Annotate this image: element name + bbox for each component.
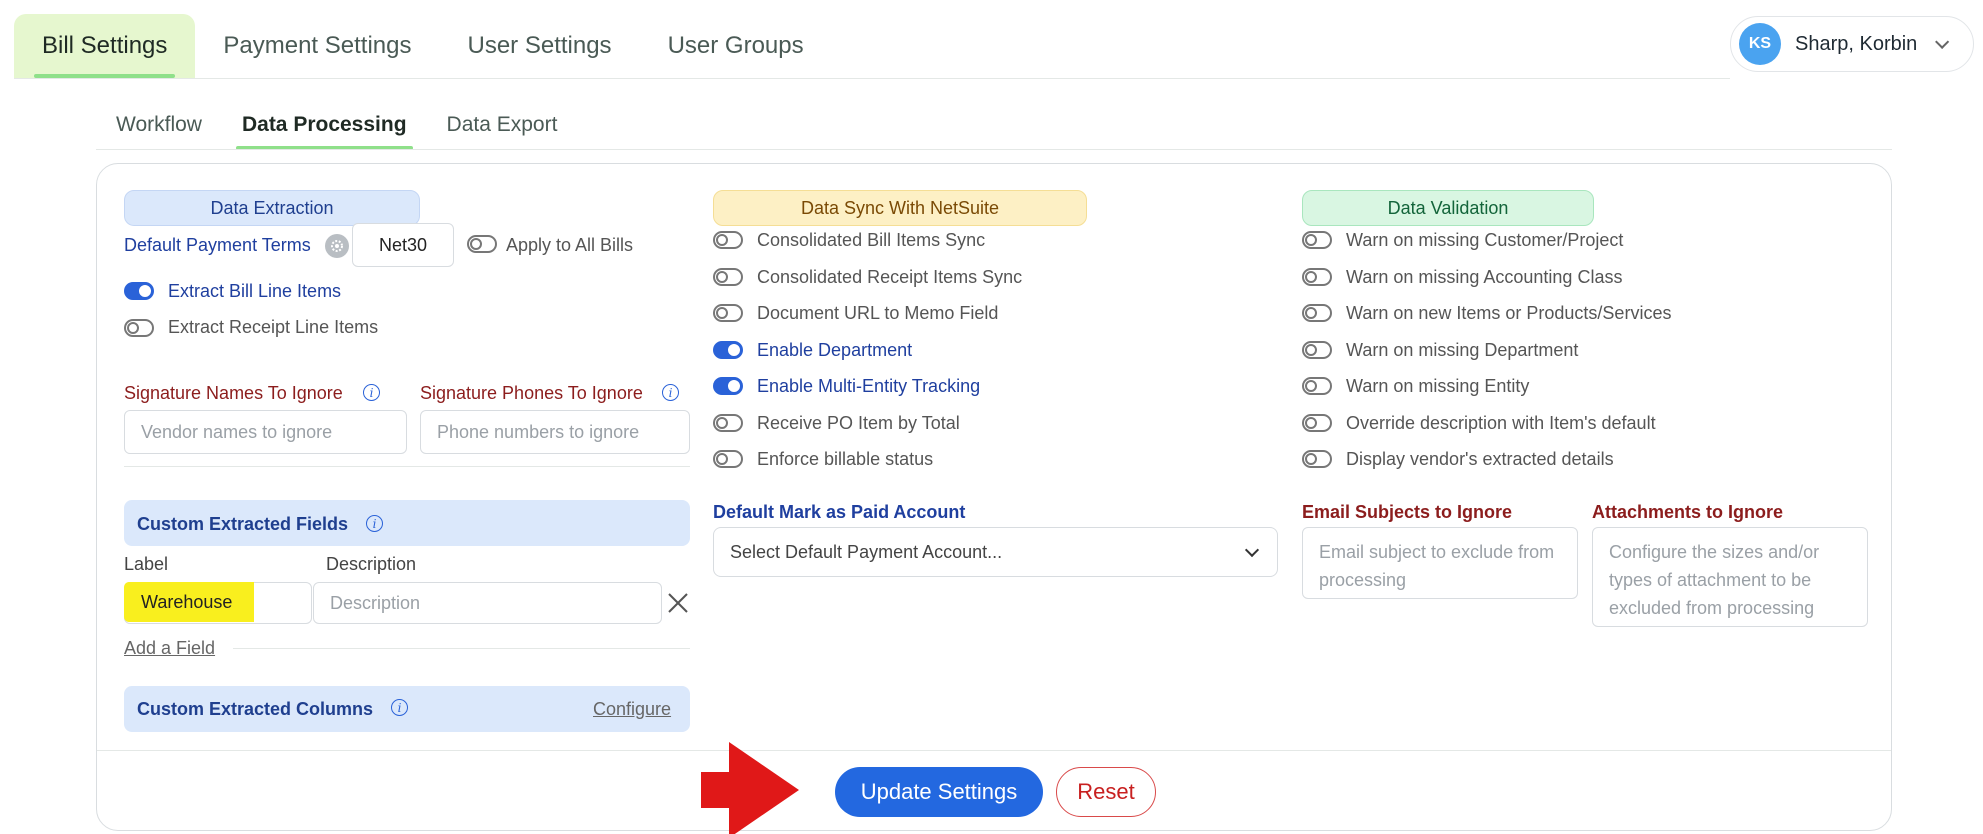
validation-option-label-3: Warn on missing Department bbox=[1346, 339, 1579, 360]
footer-divider bbox=[97, 750, 1891, 751]
tab-user-groups[interactable]: User Groups bbox=[640, 14, 832, 78]
payment-terms-input[interactable]: Net30 bbox=[352, 223, 454, 267]
paid-account-label: Default Mark as Paid Account bbox=[713, 502, 966, 522]
description-column-header: Description bbox=[326, 554, 417, 574]
extract-receipt-lines-toggle[interactable] bbox=[124, 319, 154, 337]
avatar: KS bbox=[1739, 23, 1781, 65]
top-divider bbox=[14, 78, 1730, 79]
divider bbox=[233, 648, 690, 649]
paid-account-select[interactable]: Select Default Payment Account... bbox=[713, 527, 1278, 577]
validation-option-toggle-2[interactable] bbox=[1302, 304, 1332, 322]
sync-option-label-1: Consolidated Receipt Items Sync bbox=[757, 266, 1023, 287]
sync-option-label-4: Enable Multi-Entity Tracking bbox=[757, 376, 981, 396]
user-menu[interactable]: KS Sharp, Korbin bbox=[1730, 16, 1974, 72]
data-validation-header: Data Validation bbox=[1302, 190, 1594, 226]
tab-payment-settings[interactable]: Payment Settings bbox=[195, 14, 439, 78]
sync-option-toggle-4[interactable] bbox=[713, 377, 743, 395]
attachments-input[interactable]: Configure the sizes and/or types of atta… bbox=[1592, 527, 1868, 627]
info-icon[interactable]: i bbox=[366, 515, 383, 532]
info-icon[interactable]: i bbox=[662, 384, 679, 401]
custom-columns-title: Custom Extracted Columns bbox=[137, 699, 374, 719]
data-sync-header: Data Sync With NetSuite bbox=[713, 190, 1087, 226]
validation-option-toggle-4[interactable] bbox=[1302, 377, 1332, 395]
validation-option-label-0: Warn on missing Customer/Project bbox=[1346, 230, 1624, 250]
tab-bill-settings[interactable]: Bill Settings bbox=[14, 14, 196, 78]
extract-receipt-lines-label: Extract Receipt Line Items bbox=[168, 317, 379, 337]
tab-data-processing[interactable]: Data Processing bbox=[222, 100, 427, 150]
attachments-label: Attachments to Ignore bbox=[1592, 502, 1784, 522]
reset-button[interactable]: Reset bbox=[1056, 767, 1156, 817]
settings-panel: Data Extraction Default Payment Terms Ne… bbox=[96, 163, 1892, 834]
sync-option-toggle-5[interactable] bbox=[713, 413, 743, 432]
sync-option-label-0: Consolidated Bill Items Sync bbox=[757, 230, 986, 250]
validation-option-toggle-0[interactable] bbox=[1302, 231, 1332, 249]
validation-option-label-1: Warn on missing Accounting Class bbox=[1346, 266, 1623, 287]
update-settings-button[interactable]: Update Settings bbox=[835, 767, 1043, 817]
sync-option-label-6: Enforce billable status bbox=[757, 449, 934, 469]
label-column-header: Label bbox=[124, 554, 169, 574]
apply-all-label: Apply to All Bills bbox=[506, 235, 634, 255]
apply-all-toggle[interactable] bbox=[467, 235, 497, 253]
gear-icon[interactable] bbox=[325, 234, 349, 258]
field-label-input[interactable]: Warehouse bbox=[124, 582, 312, 624]
custom-fields-title: Custom Extracted Fields bbox=[137, 514, 349, 534]
sync-option-label-3: Enable Department bbox=[757, 339, 913, 360]
red-arrow-annotation bbox=[701, 742, 799, 834]
validation-option-label-5: Override description with Item's default bbox=[1346, 412, 1656, 433]
payment-terms-label: Default Payment Terms bbox=[124, 235, 311, 255]
validation-option-label-6: Display vendor's extracted details bbox=[1346, 449, 1614, 469]
configure-link[interactable]: Configure bbox=[593, 699, 671, 720]
validation-option-toggle-1[interactable] bbox=[1302, 267, 1332, 286]
sub-divider bbox=[96, 149, 1892, 150]
chevron-down-icon bbox=[1244, 542, 1260, 558]
add-field-link[interactable]: Add a Field bbox=[124, 638, 215, 659]
signature-phones-label: Signature Phones To Ignore bbox=[420, 383, 643, 403]
validation-option-toggle-3[interactable] bbox=[1302, 340, 1332, 359]
tab-user-settings[interactable]: User Settings bbox=[440, 14, 640, 78]
signature-phones-input[interactable]: Phone numbers to ignore bbox=[420, 410, 690, 454]
chevron-down-icon bbox=[1935, 34, 1950, 49]
sync-option-label-5: Receive PO Item by Total bbox=[757, 412, 960, 433]
tab-data-export[interactable]: Data Export bbox=[427, 100, 578, 150]
sync-option-label-2: Document URL to Memo Field bbox=[757, 303, 999, 323]
sub-tabs: Workflow Data Processing Data Export bbox=[96, 100, 577, 150]
paid-account-select-value: Select Default Payment Account... bbox=[730, 541, 1003, 562]
email-subjects-input[interactable]: Email subject to exclude from processing bbox=[1302, 527, 1578, 599]
extract-bill-lines-toggle[interactable] bbox=[124, 282, 154, 300]
tab-workflow[interactable]: Workflow bbox=[96, 100, 222, 150]
sync-option-toggle-3[interactable] bbox=[713, 340, 743, 359]
validation-option-toggle-5[interactable] bbox=[1302, 413, 1332, 432]
extract-bill-lines-label: Extract Bill Line Items bbox=[168, 281, 342, 301]
user-name: Sharp, Korbin bbox=[1795, 32, 1918, 55]
sync-option-toggle-6[interactable] bbox=[713, 450, 743, 468]
validation-option-toggle-6[interactable] bbox=[1302, 450, 1332, 468]
info-icon[interactable]: i bbox=[363, 384, 380, 401]
top-tabs: Bill Settings Payment Settings User Sett… bbox=[14, 14, 832, 78]
data-extraction-header: Data Extraction bbox=[124, 190, 420, 226]
signature-names-label: Signature Names To Ignore bbox=[124, 383, 343, 403]
validation-option-label-2: Warn on new Items or Products/Services bbox=[1346, 303, 1672, 323]
field-description-input[interactable]: Description bbox=[313, 582, 662, 624]
info-icon[interactable]: i bbox=[391, 699, 408, 716]
divider bbox=[124, 466, 690, 467]
sync-option-toggle-0[interactable] bbox=[713, 231, 743, 249]
signature-names-input[interactable]: Vendor names to ignore bbox=[124, 410, 407, 454]
email-subjects-label: Email Subjects to Ignore bbox=[1302, 502, 1513, 522]
sync-option-toggle-1[interactable] bbox=[713, 267, 743, 286]
validation-option-label-4: Warn on missing Entity bbox=[1346, 376, 1530, 396]
close-icon[interactable] bbox=[666, 591, 690, 615]
field-label-value: Warehouse bbox=[141, 592, 233, 612]
sync-option-toggle-2[interactable] bbox=[713, 304, 743, 322]
